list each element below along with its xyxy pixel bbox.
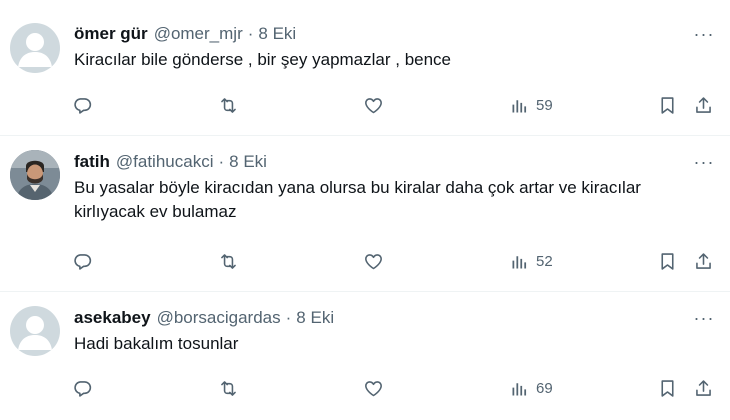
tweet-header: ömer gür @omer_mjr · 8 Eki [74,23,714,45]
views-icon [512,99,527,112]
share-icon[interactable] [693,92,714,118]
more-icon[interactable]: ··· [692,23,716,45]
separator-dot: · [285,308,292,327]
user-handle[interactable]: @fatihucakci [116,151,214,173]
tweet-feed: ömer gür @omer_mjr · 8 Eki ··· Kiracılar… [0,0,730,420]
tweet-header: fatih @fatihucakci · 8 Eki [74,151,714,173]
share-icon[interactable] [693,248,714,274]
user-handle[interactable]: @borsacigardas [157,307,281,329]
tweet[interactable]: asekabey @borsacigardas · 8 Eki ··· Hadi… [0,292,730,420]
default-avatar-icon [18,316,52,350]
tweet-header: asekabey @borsacigardas · 8 Eki [74,307,714,329]
timestamp[interactable]: 8 Eki [258,23,296,45]
bookmark-icon[interactable] [657,92,678,118]
display-name[interactable]: asekabey [74,307,151,329]
retweet-icon[interactable] [218,375,239,401]
view-count: 52 [536,252,553,270]
avatar[interactable] [10,150,60,200]
timestamp[interactable]: 8 Eki [229,151,267,173]
view-count: 59 [536,96,553,114]
tweet-text: Hadi bakalım tosunlar [74,334,239,353]
tweet-text: Bu yasalar böyle kiracıdan yana olursa b… [74,178,641,221]
tweet[interactable]: fatih @fatihucakci · 8 Eki ··· Bu yasala… [0,136,730,292]
bookmark-icon[interactable] [657,375,678,401]
tweet-actions: 69 [0,375,730,401]
heart-icon[interactable] [363,92,384,118]
timestamp[interactable]: 8 Eki [296,307,334,329]
separator-dot: · [247,24,254,43]
reply-icon[interactable] [72,248,93,274]
retweet-icon[interactable] [218,92,239,118]
display-name[interactable]: ömer gür [74,23,148,45]
default-avatar-icon [18,33,52,67]
tweet-actions: 52 [0,248,730,274]
views-button[interactable]: 69 [509,375,553,401]
view-count: 69 [536,379,553,397]
views-icon [512,255,527,268]
separator-dot: · [218,152,225,171]
more-icon[interactable]: ··· [692,151,716,173]
views-button[interactable]: 59 [509,92,553,118]
bookmark-icon[interactable] [657,248,678,274]
reply-icon[interactable] [72,375,93,401]
display-name[interactable]: fatih [74,151,110,173]
avatar[interactable] [10,23,60,73]
user-handle[interactable]: @omer_mjr [154,23,243,45]
views-button[interactable]: 52 [509,248,553,274]
heart-icon[interactable] [363,248,384,274]
reply-icon[interactable] [72,92,93,118]
views-icon [512,382,527,395]
retweet-icon[interactable] [218,248,239,274]
heart-icon[interactable] [363,375,384,401]
more-icon[interactable]: ··· [692,307,716,329]
tweet-actions: 59 [0,92,730,118]
tweet[interactable]: ömer gür @omer_mjr · 8 Eki ··· Kiracılar… [0,0,730,136]
avatar[interactable] [10,306,60,356]
tweet-text: Kiracılar bile gönderse , bir şey yapmaz… [74,50,452,69]
share-icon[interactable] [693,375,714,401]
profile-photo-icon [10,150,60,200]
